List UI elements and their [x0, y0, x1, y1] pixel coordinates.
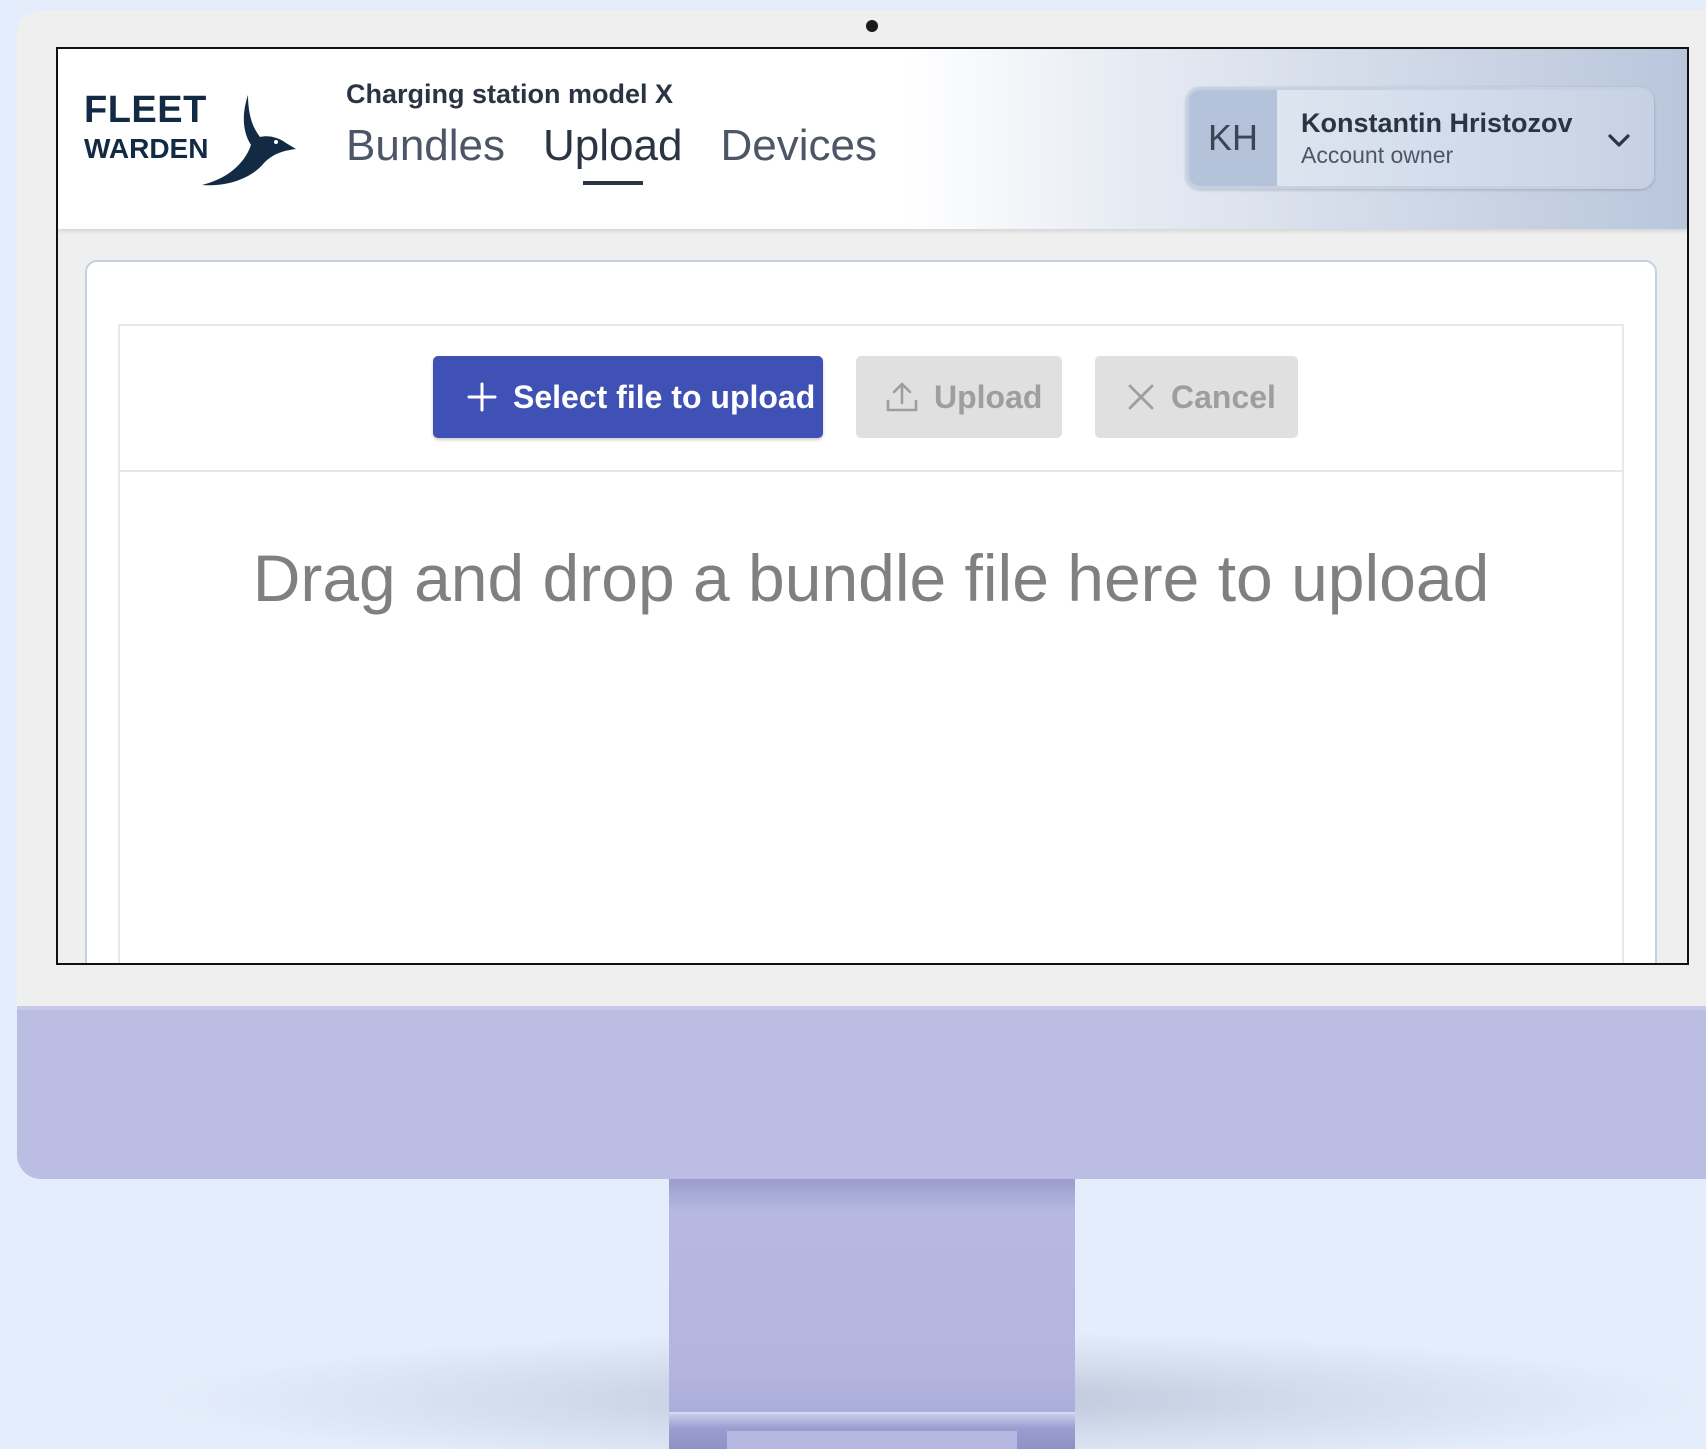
logo-text-line1: FLEET [84, 89, 207, 131]
bird-logo-icon [202, 95, 296, 186]
camera-dot [866, 20, 878, 32]
select-file-label: Select file to upload [513, 378, 816, 415]
logo-text-line2: WARDEN [84, 133, 209, 164]
avatar: KH [1189, 90, 1277, 186]
app-header: FLEET WARDEN Charging station model X Bu… [58, 49, 1687, 229]
tab-devices[interactable]: Devices [720, 121, 877, 181]
main-nav: Bundles Upload Devices [346, 121, 877, 181]
upload-label: Upload [934, 378, 1043, 415]
tab-upload[interactable]: Upload [543, 121, 682, 181]
upload-card: Select file to upload Upload Cancel Drag… [85, 260, 1657, 963]
upload-button[interactable]: Upload [856, 356, 1062, 438]
account-role: Account owner [1301, 142, 1454, 168]
upload-toolbar: Select file to upload Upload Cancel [120, 326, 1622, 472]
file-dropzone[interactable]: Drag and drop a bundle file here to uplo… [120, 472, 1622, 963]
app-screen: FLEET WARDEN Charging station model X Bu… [56, 47, 1689, 965]
fleet-warden-logo[interactable]: FLEET WARDEN [84, 89, 296, 199]
select-file-button[interactable]: Select file to upload [433, 356, 823, 438]
close-icon [1128, 384, 1154, 410]
chevron-down-icon [1608, 134, 1630, 147]
file-upload-panel: Select file to upload Upload Cancel Drag… [118, 324, 1624, 963]
cancel-button[interactable]: Cancel [1095, 356, 1298, 438]
device-stand-foot [669, 1412, 1075, 1449]
dropzone-instructions: Drag and drop a bundle file here to uplo… [252, 541, 1490, 615]
tab-bundles[interactable]: Bundles [346, 121, 505, 181]
cancel-label: Cancel [1171, 378, 1276, 415]
account-name: Konstantin Hristozov [1301, 108, 1573, 138]
upload-icon [886, 382, 918, 412]
plus-icon [467, 382, 497, 412]
device-chin [17, 1006, 1706, 1179]
device-stand [669, 1179, 1075, 1449]
account-menu-button[interactable]: KH Konstantin Hristozov Account owner [1186, 87, 1654, 189]
project-title: Charging station model X [346, 79, 674, 109]
